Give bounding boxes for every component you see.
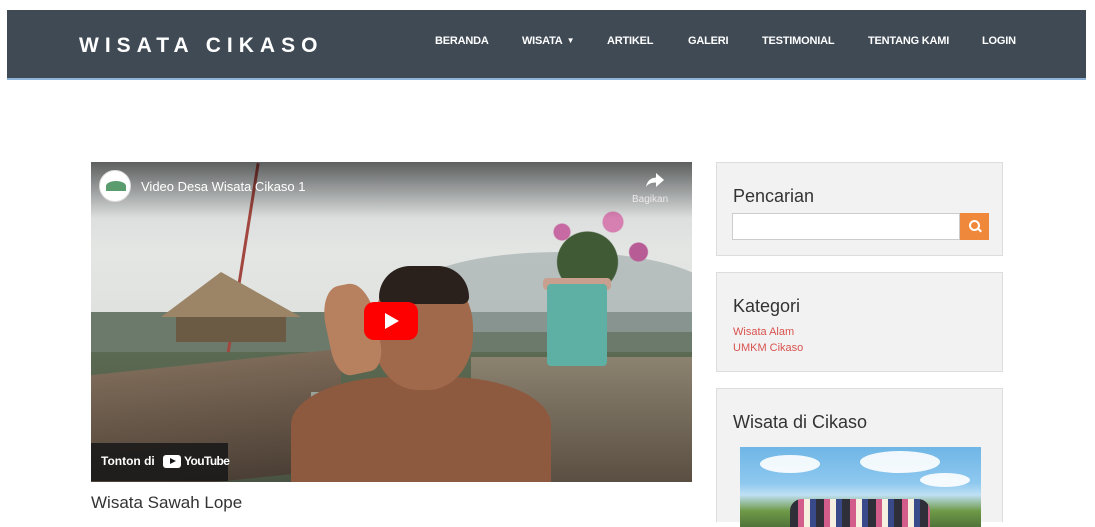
category-link-wisata-alam[interactable]: Wisata Alam xyxy=(733,326,794,338)
youtube-play-glyph xyxy=(170,458,176,464)
search-icon-handle xyxy=(977,227,982,233)
category-panel: Kategori Wisata Alam UMKM Cikaso xyxy=(716,272,1003,372)
top-strip xyxy=(0,0,1095,10)
search-panel-title: Pencarian xyxy=(733,186,815,206)
nav-item-artikel[interactable]: ARTIKEL xyxy=(607,35,653,47)
play-icon xyxy=(385,313,399,329)
nav-item-wisata[interactable]: WISATA ▼ xyxy=(522,35,574,47)
share-label[interactable]: Bagikan xyxy=(632,194,668,205)
photo-cloud xyxy=(920,473,970,487)
video-thumbnail-boy-body xyxy=(291,377,551,482)
video-embed[interactable]: Video Desa Wisata Cikaso 1 Bagikan Tonto… xyxy=(91,162,692,482)
watch-on-youtube-button[interactable]: Tonton di YouTube xyxy=(91,443,230,481)
youtube-wordmark: YouTube xyxy=(184,454,230,468)
channel-logo-icon xyxy=(106,181,126,191)
photo-cloud xyxy=(860,451,940,473)
category-panel-title: Kategori xyxy=(733,296,801,316)
navbar: WISATA CIKASO BERANDA WISATA ▼ ARTIKEL GA… xyxy=(7,10,1086,80)
search-input[interactable] xyxy=(732,213,960,240)
channel-avatar[interactable] xyxy=(99,170,131,202)
search-button[interactable] xyxy=(960,213,989,240)
video-caption: Wisata Sawah Lope xyxy=(91,493,243,512)
search-panel: Pencarian xyxy=(716,162,1003,256)
watch-on-label: Tonton di xyxy=(101,454,155,468)
video-thumbnail-hut xyxy=(161,272,301,342)
nav-item-galeri[interactable]: GALERI xyxy=(688,35,729,47)
youtube-logo-icon xyxy=(163,455,181,468)
nav-item-tentang-kami[interactable]: TENTANG KAMI xyxy=(868,35,949,47)
wisata-panel: Wisata di Cikaso xyxy=(716,388,1003,527)
share-icon[interactable] xyxy=(645,172,665,188)
play-button[interactable] xyxy=(364,302,418,340)
nav-item-login[interactable]: LOGIN xyxy=(982,35,1016,47)
nav-item-beranda[interactable]: BERANDA xyxy=(435,35,489,47)
video-thumbnail-boy-hair xyxy=(379,266,469,304)
nav-item-wisata-label: WISATA xyxy=(522,35,563,47)
wisata-photo[interactable] xyxy=(740,447,981,527)
photo-cloud xyxy=(760,455,820,473)
video-title[interactable]: Video Desa Wisata Cikaso 1 xyxy=(141,179,306,194)
video-thumbnail-pot xyxy=(547,284,607,366)
brand-logo[interactable]: WISATA CIKASO xyxy=(79,34,323,58)
caret-down-icon: ▼ xyxy=(566,36,575,45)
photo-group-of-people xyxy=(790,499,930,527)
category-link-umkm-cikaso[interactable]: UMKM Cikaso xyxy=(733,342,803,354)
nav-item-testimonial[interactable]: TESTIMONIAL xyxy=(762,35,835,47)
wisata-panel-title: Wisata di Cikaso xyxy=(733,412,868,432)
